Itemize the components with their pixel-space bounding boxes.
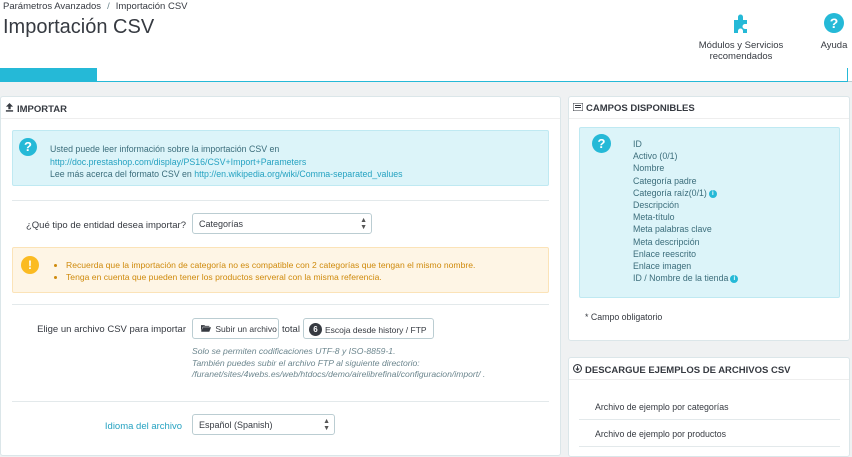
- upload-file-button[interactable]: Subir un archivo: [192, 318, 279, 339]
- field-item: Enlace imagen: [633, 260, 738, 272]
- svg-text:?: ?: [830, 15, 839, 31]
- field-item: Activo (0/1): [633, 150, 738, 162]
- breadcrumb-separator: /: [107, 1, 110, 12]
- help-bubble-icon: ?: [19, 138, 37, 156]
- field-item: Meta descripción: [633, 236, 738, 248]
- field-item: Meta palabras clave: [633, 223, 738, 235]
- import-panel: IMPORTAR ? Usted puede leer información …: [0, 96, 561, 456]
- breadcrumb-parent[interactable]: Parámetros Avanzados: [3, 1, 101, 12]
- field-item: ID: [633, 138, 738, 150]
- list-icon: [572, 102, 584, 114]
- help-line: /furanet/sites/4webs.es/web/htdocs/demo/…: [192, 369, 486, 379]
- active-tab-indicator: [0, 68, 97, 82]
- wikipedia-csv-link[interactable]: http://en.wikipedia.org/wiki/Comma-separ…: [194, 169, 402, 179]
- divider: [12, 200, 549, 201]
- folder-open-icon: [201, 324, 215, 334]
- help-label: Ayuda: [820, 40, 848, 51]
- field-item-label: Enlace reescrito: [633, 248, 697, 259]
- field-item: Categoría padre: [633, 175, 738, 187]
- field-item: Categoría raíz(0/1) i: [633, 187, 738, 199]
- breadcrumb: Parámetros Avanzados / Importación CSV: [3, 1, 188, 12]
- info-icon[interactable]: i: [730, 275, 739, 284]
- puzzle-piece-icon: [668, 12, 814, 34]
- download-panel-header: DESCARGUE EJEMPLOS DE ARCHIVOS CSV: [569, 358, 849, 380]
- info-line-1: Usted puede leer información sobre la im…: [50, 144, 280, 154]
- field-item-label: ID / Nombre de la tienda: [633, 273, 729, 284]
- field-item-label: Descripción: [633, 200, 679, 211]
- fields-panel-header: CAMPOS DISPONIBLES: [569, 97, 849, 119]
- field-item: Nombre: [633, 162, 738, 174]
- modules-recommended-label: Módulos y Servicios recomendados: [698, 40, 784, 62]
- upload-icon: [5, 103, 14, 115]
- available-fields-panel: CAMPOS DISPONIBLES ? ID Activo (0/1) Nombr…: [568, 96, 850, 341]
- help-line: También puedes subir el archivo FTP al s…: [192, 357, 420, 368]
- field-item: Enlace reescrito: [633, 248, 738, 260]
- tab-bar-outline: [97, 68, 848, 82]
- divider: [12, 401, 549, 402]
- field-item-label: Meta-título: [633, 212, 675, 223]
- upload-file-label: Subir un archivo: [215, 324, 277, 334]
- entity-type-value: Categorías: [199, 219, 244, 229]
- download-panel-title: DESCARGUE EJEMPLOS DE ARCHIVOS CSV: [585, 365, 791, 376]
- info-icon[interactable]: i: [708, 189, 717, 198]
- help-button[interactable]: ? Ayuda: [818, 12, 850, 51]
- help-circle-icon: ?: [818, 12, 850, 34]
- modules-recommended-button[interactable]: Módulos y Servicios recomendados: [668, 12, 814, 62]
- csv-info-alert: ? Usted puede leer información sobre la …: [12, 130, 549, 186]
- field-item: Descripción: [633, 199, 738, 211]
- field-item-label: Categoría raíz(0/1): [633, 187, 707, 198]
- field-item-label: ID: [633, 139, 642, 149]
- category-warning-alert: ! Recuerda que la importación de categor…: [12, 247, 549, 293]
- history-ftp-label: Escoja desde history / FTP: [325, 325, 427, 335]
- file-language-label: Idioma del archivo: [104, 421, 182, 432]
- select-arrows-icon: ▲ ▼: [360, 217, 367, 231]
- divider: [579, 419, 840, 420]
- file-language-value: Español (Spanish): [199, 420, 273, 430]
- example-products-link[interactable]: Archivo de ejemplo por productos: [595, 429, 726, 439]
- import-panel-title: IMPORTAR: [17, 104, 67, 115]
- field-item-label: Nombre: [633, 163, 665, 174]
- entity-type-label: ¿Qué tipo de entidad desea importar?: [25, 220, 186, 231]
- csv-file-label: Elige un archivo CSV para importar: [37, 324, 186, 335]
- fields-info-alert: ? ID Activo (0/1) Nombre Categoría padre Cat…: [579, 127, 840, 298]
- breadcrumb-current: Importación CSV: [115, 1, 188, 12]
- info-line-3-prefix: Lee más acerca del formato CSV en: [50, 169, 192, 179]
- upload-help-text: Solo se permiten codificaciones UTF-8 y …: [192, 346, 485, 381]
- field-item-label: Meta descripción: [633, 236, 700, 247]
- divider: [12, 304, 549, 305]
- history-ftp-button[interactable]: 6 Escoja desde history / FTP: [303, 318, 434, 339]
- fields-list: ID Activo (0/1) Nombre Categoría padre Categ…: [633, 138, 739, 284]
- file-language-select[interactable]: Español (Spanish) ▲ ▼: [192, 414, 335, 435]
- prestashop-doc-link[interactable]: http://doc.prestashop.com/display/PS16/C…: [50, 157, 306, 167]
- progress-tab-bar: [0, 68, 852, 82]
- field-item: ID / Nombre de la tienda i: [633, 272, 739, 284]
- field-item-label: Enlace imagen: [633, 261, 692, 272]
- required-field-note: * Campo obligatorio: [585, 312, 663, 322]
- field-item: Meta-título: [633, 211, 738, 223]
- help-bubble-icon: ?: [592, 134, 611, 153]
- select-arrows-icon: ▲ ▼: [323, 418, 330, 432]
- help-line: Solo se permiten codificaciones UTF-8 y …: [192, 346, 396, 356]
- field-item-label: Activo (0/1): [633, 151, 678, 162]
- entity-type-select[interactable]: Categorías ▲ ▼: [192, 213, 372, 234]
- total-label: total: [282, 324, 300, 335]
- import-panel-header: IMPORTAR: [1, 97, 560, 119]
- field-item-label: Categoría padre: [633, 175, 697, 186]
- warning-exclamation-icon: !: [21, 256, 39, 274]
- field-item-label: Meta palabras clave: [633, 224, 712, 235]
- history-count-badge: 6: [309, 323, 322, 336]
- page-header: Parámetros Avanzados / Importación CSV Imp…: [0, 0, 852, 68]
- fields-panel-title: CAMPOS DISPONIBLES: [586, 103, 695, 114]
- example-categories-link[interactable]: Archivo de ejemplo por categorías: [595, 402, 729, 412]
- warning-item: Tenga en cuenta que pueden tener los pro…: [66, 271, 475, 283]
- page-title: Importación CSV: [3, 16, 155, 38]
- warning-item: Recuerda que la importación de categoría…: [66, 259, 475, 271]
- download-circle-icon: [572, 363, 583, 376]
- download-examples-panel: DESCARGUE EJEMPLOS DE ARCHIVOS CSV Archi…: [568, 357, 850, 457]
